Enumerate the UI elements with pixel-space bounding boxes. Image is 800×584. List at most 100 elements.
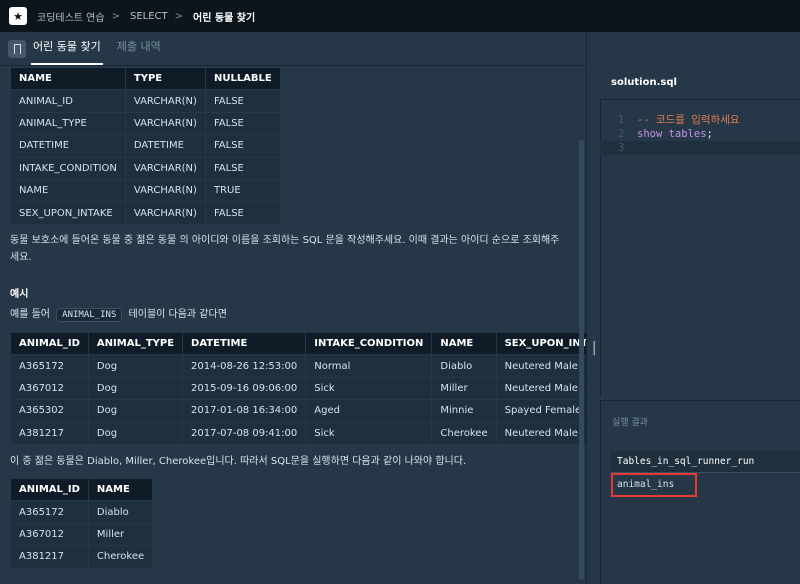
schema-header-name: NAME xyxy=(10,66,126,91)
table-cell: SEX_UPON_INTAKE xyxy=(10,201,126,225)
breadcrumb-chevron-icon: > xyxy=(111,10,120,22)
table-cell: Aged xyxy=(305,399,433,423)
problem-tab-bar: 어린 동물 찾기 제출 내역 xyxy=(0,32,600,66)
editor-header: solution.sql xyxy=(600,66,800,100)
table-row: A381217 Cherokee xyxy=(10,545,154,569)
table-row: INTAKE_CONDITION VARCHAR(N) FALSE xyxy=(10,156,281,180)
table-cell: 2017-01-08 16:34:00 xyxy=(182,399,307,423)
table-row: A367012 Miller xyxy=(10,522,154,547)
example-header: ANIMAL_TYPE xyxy=(87,331,184,356)
table-cell: Dog xyxy=(87,376,184,401)
tab-submissions[interactable]: 제출 내역 xyxy=(115,31,163,65)
table-cell: Spayed Female xyxy=(495,399,586,423)
table-cell: VARCHAR(N) xyxy=(124,89,206,113)
top-navigation-bar: ★ 코딩테스트 연습 > SELECT > 어린 동물 찾기 xyxy=(0,0,800,32)
table-cell: A381217 xyxy=(10,421,89,445)
table-cell: Diablo xyxy=(431,354,497,378)
line-number: 1 xyxy=(618,114,625,126)
code-punct: ; xyxy=(706,128,713,140)
answer-table: ANIMAL_ID NAME A365172 Diablo A367012 Mi… xyxy=(10,477,154,569)
table-cell: FALSE xyxy=(204,111,281,136)
table-cell: INTAKE_CONDITION xyxy=(10,156,126,180)
table-cell: A367012 xyxy=(10,522,89,547)
table-row: A381217 Dog 2017-07-08 09:41:00 Sick Che… xyxy=(10,421,586,445)
table-cell: Minnie xyxy=(431,399,497,423)
table-row: A365172 Diablo xyxy=(10,500,154,524)
table-cell: Dog xyxy=(87,421,184,445)
table-cell: VARCHAR(N) xyxy=(124,201,206,225)
table-row: ANIMAL_TYPE VARCHAR(N) FALSE xyxy=(10,111,281,136)
schema-header-type: TYPE xyxy=(124,66,206,91)
table-cell: Diablo xyxy=(87,500,154,524)
breadcrumb-item-select[interactable]: SELECT xyxy=(130,11,168,22)
code-statement: show tables; xyxy=(637,127,713,141)
answer-header: ANIMAL_ID xyxy=(10,477,89,502)
problem-statement-line2: 세요. xyxy=(10,252,32,263)
table-cell: Cherokee xyxy=(87,545,154,569)
table-cell: VARCHAR(N) xyxy=(124,178,206,203)
table-cell: 2014-08-26 12:53:00 xyxy=(182,354,307,378)
code-line: 1 -- 코드를 입력하세요 xyxy=(600,113,800,127)
example-suffix-text: 테이블이 다음과 같다면 xyxy=(128,309,227,320)
table-row: SEX_UPON_INTAKE VARCHAR(N) FALSE xyxy=(10,201,281,225)
code-line-current: 3 xyxy=(600,141,800,155)
schema-table: NAME TYPE NULLABLE ANIMAL_ID VARCHAR(N) … xyxy=(10,66,281,225)
table-row: DATETIME DATETIME FALSE xyxy=(10,134,281,158)
tab-problem[interactable]: 어린 동물 찾기 xyxy=(31,31,103,65)
table-cell: DATETIME xyxy=(124,134,206,158)
example-header: DATETIME xyxy=(182,331,307,356)
table-cell: Cherokee xyxy=(431,421,497,445)
result-panel: 실행 결과 Tables_in_sql_runner_run animal_in… xyxy=(600,400,800,584)
highlight-box xyxy=(611,473,697,497)
table-cell: FALSE xyxy=(204,201,281,225)
table-cell: A365172 xyxy=(10,354,89,378)
bookmark-icon[interactable] xyxy=(8,40,26,58)
breadcrumb-item-coding-test[interactable]: 코딩테스트 연습 xyxy=(37,9,105,24)
table-cell: 2015-09-16 09:06:00 xyxy=(182,376,307,401)
table-cell: A365302 xyxy=(10,399,89,423)
problem-description-panel[interactable]: NAME TYPE NULLABLE ANIMAL_ID VARCHAR(N) … xyxy=(0,66,586,584)
table-cell: Dog xyxy=(87,399,184,423)
table-cell: FALSE xyxy=(204,156,281,180)
table-cell: Miller xyxy=(87,522,154,547)
example-intro: 예를 들어 ANIMAL_INS 테이블이 다음과 같다면 xyxy=(10,305,227,325)
table-cell: A381217 xyxy=(10,545,89,569)
result-label: 실행 결과 xyxy=(612,418,648,428)
inline-code-animal-ins: ANIMAL_INS xyxy=(56,308,123,322)
example-header: SEX_UPON_INTAKE xyxy=(495,331,586,356)
table-cell: ANIMAL_TYPE xyxy=(10,111,126,136)
table-row: A367012 Dog 2015-09-16 09:06:00 Sick Mil… xyxy=(10,376,586,401)
code-comment: -- 코드를 입력하세요 xyxy=(637,114,740,126)
table-row: NAME VARCHAR(N) TRUE xyxy=(10,178,281,203)
table-row: A365302 Dog 2017-01-08 16:34:00 Aged Min… xyxy=(10,399,586,423)
table-cell: FALSE xyxy=(204,89,281,113)
table-cell: DATETIME xyxy=(10,134,126,158)
description-scrollbar[interactable] xyxy=(579,140,584,580)
example-header: ANIMAL_ID xyxy=(10,331,89,356)
table-cell: Normal xyxy=(305,354,433,378)
table-cell: VARCHAR(N) xyxy=(124,111,206,136)
code-keyword: show tables xyxy=(637,128,707,140)
line-number: 2 xyxy=(618,128,625,140)
breadcrumb-chevron-icon: > xyxy=(174,10,184,22)
panel-divider[interactable] xyxy=(586,32,600,584)
line-number: 3 xyxy=(618,142,625,154)
schema-header-nullable: NULLABLE xyxy=(204,66,281,91)
example-table: ANIMAL_ID ANIMAL_TYPE DATETIME INTAKE_CO… xyxy=(10,331,586,445)
breadcrumb-item-current: 어린 동물 찾기 xyxy=(193,12,256,24)
table-cell: ANIMAL_ID xyxy=(10,89,126,113)
example-header: INTAKE_CONDITION xyxy=(305,331,433,356)
table-cell: TRUE xyxy=(204,178,281,203)
table-cell: A367012 xyxy=(10,376,89,401)
table-cell: FALSE xyxy=(204,134,281,158)
explanation-text: 이 중 젊은 동물은 Diablo, Miller, Cherokee입니다. … xyxy=(10,456,467,467)
editor-filename: solution.sql xyxy=(611,77,677,88)
table-cell: NAME xyxy=(10,178,126,203)
table-cell: Sick xyxy=(305,376,433,401)
example-header: NAME xyxy=(431,331,497,356)
programmers-logo-icon[interactable]: ★ xyxy=(9,7,27,25)
table-row: ANIMAL_ID VARCHAR(N) FALSE xyxy=(10,89,281,113)
table-cell: Dog xyxy=(87,354,184,378)
answer-header: NAME xyxy=(87,477,154,502)
code-editor[interactable]: 1 -- 코드를 입력하세요 2 show tables; 3 xyxy=(600,110,800,400)
